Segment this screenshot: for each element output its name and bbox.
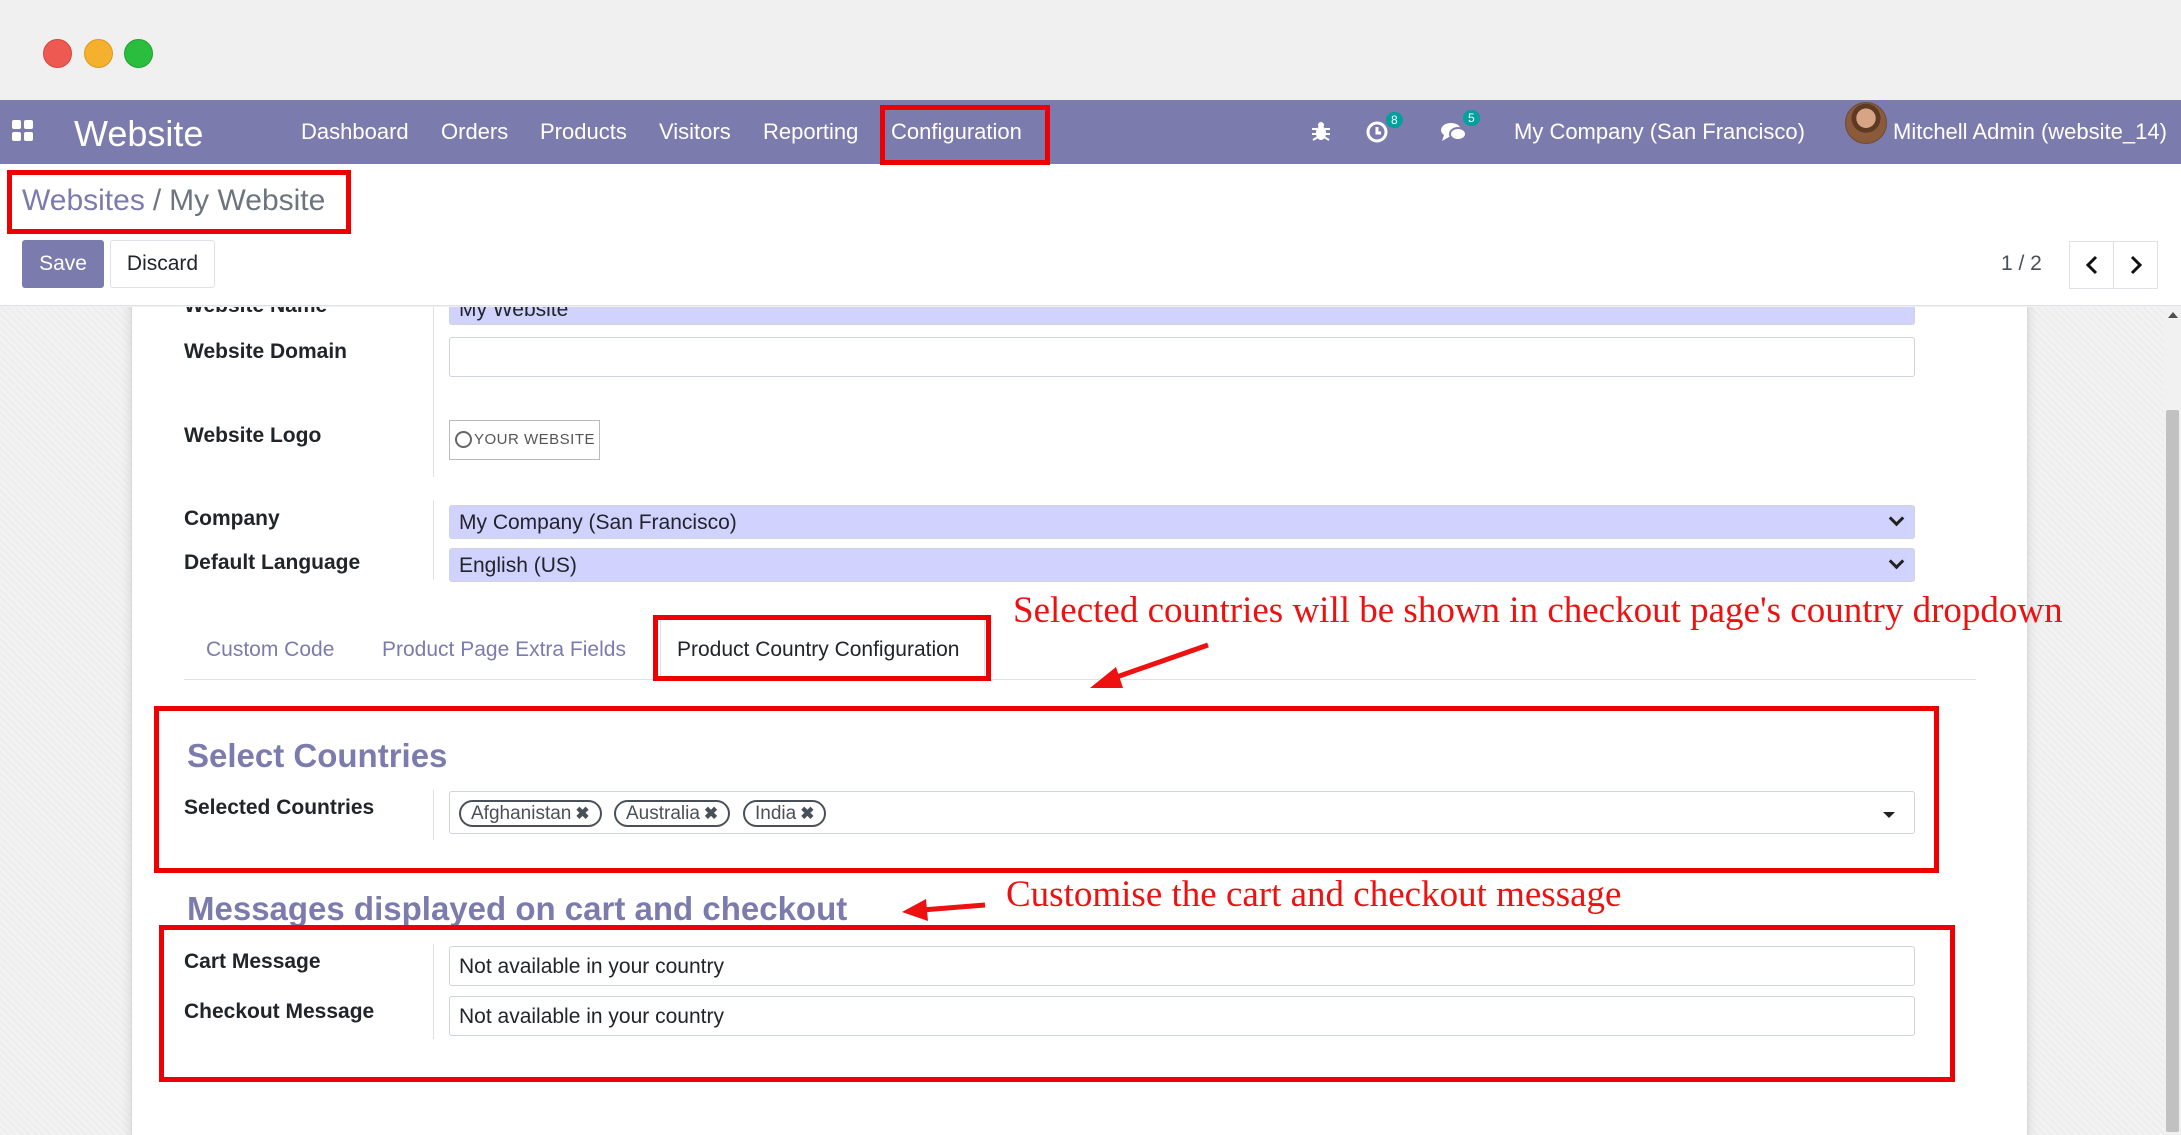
annotation-messages-note: Customise the cart and checkout message bbox=[1006, 874, 1622, 915]
website-domain-input[interactable] bbox=[449, 337, 1915, 377]
chevron-down-icon bbox=[1888, 510, 1905, 527]
window-minimize-button[interactable] bbox=[84, 39, 113, 68]
company-select-value: My Company (San Francisco) bbox=[459, 511, 737, 534]
menu-orders[interactable]: Orders bbox=[441, 119, 508, 145]
chevron-left-icon bbox=[2085, 255, 2097, 275]
highlight-select-countries bbox=[154, 706, 1939, 873]
user-avatar[interactable] bbox=[1845, 102, 1887, 144]
website-domain-label: Website Domain bbox=[184, 340, 347, 363]
tab-product-page-extra-fields[interactable]: Product Page Extra Fields bbox=[382, 638, 626, 662]
app-title[interactable]: Website bbox=[74, 113, 203, 155]
website-name-input[interactable]: My Website bbox=[449, 307, 1915, 325]
discard-button[interactable]: Discard bbox=[110, 240, 215, 288]
user-menu[interactable]: Mitchell Admin (website_14) bbox=[1893, 119, 2167, 145]
tab-custom-code[interactable]: Custom Code bbox=[206, 638, 334, 662]
pager-next-button[interactable] bbox=[2113, 241, 2158, 289]
field-divider bbox=[433, 307, 434, 477]
highlight-messages bbox=[159, 925, 1955, 1082]
menu-visitors[interactable]: Visitors bbox=[659, 119, 731, 145]
menu-dashboard[interactable]: Dashboard bbox=[301, 119, 409, 145]
clock-icon[interactable] bbox=[1365, 120, 1389, 144]
window-close-button[interactable] bbox=[43, 39, 72, 68]
apps-grid-icon[interactable] bbox=[12, 120, 34, 142]
company-select[interactable]: My Company (San Francisco) bbox=[449, 505, 1915, 539]
field-divider bbox=[433, 500, 434, 580]
globe-icon bbox=[455, 431, 472, 448]
highlight-configuration bbox=[880, 105, 1050, 165]
website-logo-image[interactable]: YOUR WEBSITE bbox=[449, 420, 600, 460]
messages-count-badge: 5 bbox=[1463, 110, 1480, 126]
pager-value[interactable]: 1 / 2 bbox=[2001, 252, 2042, 276]
company-switcher[interactable]: My Company (San Francisco) bbox=[1514, 119, 1805, 145]
chat-icon[interactable] bbox=[1440, 120, 1468, 144]
default-language-label: Default Language bbox=[184, 551, 361, 574]
website-logo-label: Website Logo bbox=[184, 424, 322, 447]
scroll-up-arrow[interactable] bbox=[2168, 312, 2178, 318]
menu-reporting[interactable]: Reporting bbox=[763, 119, 858, 145]
window-maximize-button[interactable] bbox=[124, 39, 153, 68]
company-label: Company bbox=[184, 507, 280, 530]
clipped-row: Website Name My Website bbox=[0, 307, 2160, 332]
annotation-countries-note: Selected countries will be shown in chec… bbox=[1013, 590, 2063, 631]
save-button[interactable]: Save bbox=[22, 240, 104, 288]
chevron-down-icon bbox=[1888, 553, 1905, 570]
menu-products[interactable]: Products bbox=[540, 119, 627, 145]
highlight-active-tab bbox=[653, 615, 991, 681]
tabs-baseline bbox=[184, 679, 1976, 680]
highlight-breadcrumb bbox=[7, 170, 351, 234]
messages-title: Messages displayed on cart and checkout bbox=[187, 890, 848, 927]
window-titlebar bbox=[0, 0, 2181, 100]
bug-icon[interactable] bbox=[1310, 120, 1332, 142]
scrollbar-thumb[interactable] bbox=[2166, 410, 2179, 1132]
default-language-select[interactable]: English (US) bbox=[449, 548, 1915, 582]
default-language-select-value: English (US) bbox=[459, 554, 577, 577]
pager-previous-button[interactable] bbox=[2069, 241, 2114, 289]
website-logo-text: YOUR WEBSITE bbox=[474, 431, 596, 448]
chevron-right-icon bbox=[2130, 255, 2142, 275]
activity-count-badge: 8 bbox=[1386, 112, 1403, 128]
website-name-label: Website Name bbox=[184, 307, 327, 318]
